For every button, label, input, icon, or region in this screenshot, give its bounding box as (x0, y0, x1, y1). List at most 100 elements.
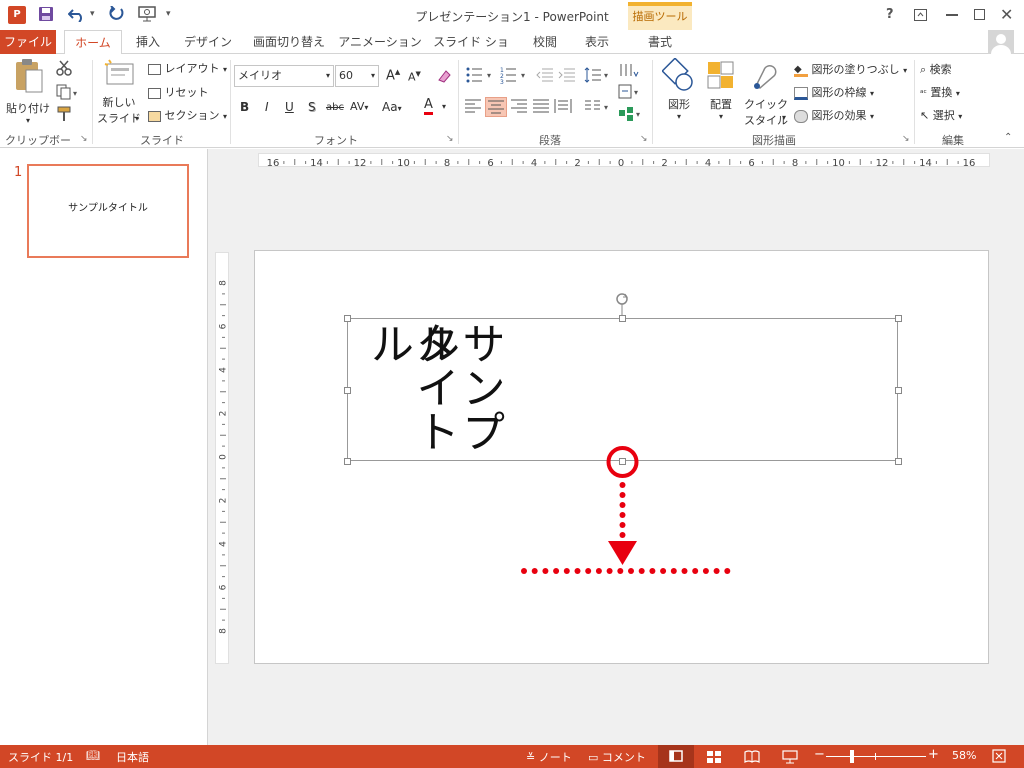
paragraph-launcher-icon[interactable]: ↘ (640, 134, 648, 144)
shape-fill-button[interactable]: ◆ 図形の塗りつぶし ▾ (794, 61, 908, 79)
arrange-button[interactable]: 配置 ▾ (702, 58, 740, 124)
align-text-icon[interactable]: ▾ (618, 84, 644, 100)
resize-handle-bottom-left[interactable] (344, 458, 351, 465)
format-painter-icon[interactable] (56, 106, 72, 122)
shrink-font-icon[interactable]: A▼ (408, 70, 421, 84)
justify-icon[interactable] (532, 98, 552, 116)
clipboard-launcher-icon[interactable]: ↘ (80, 134, 88, 144)
resize-handle-right[interactable] (895, 387, 902, 394)
annotation-dot (724, 568, 731, 574)
line-spacing-icon[interactable]: ▾ (584, 66, 612, 84)
language-indicator[interactable]: 日本語 (116, 749, 149, 765)
ruler-h-label: 6 (487, 158, 493, 169)
font-size-combo[interactable]: 60 ▾ (335, 65, 379, 87)
align-center-icon[interactable] (485, 97, 507, 117)
spellcheck-icon[interactable]: 📖︎ (86, 749, 100, 762)
zoom-out-button[interactable]: − (814, 747, 825, 762)
notes-button[interactable]: ≚ ノート (526, 749, 572, 765)
slideshow-view-icon[interactable] (782, 750, 798, 764)
resize-handle-bottom-right[interactable] (895, 458, 902, 465)
italic-button[interactable]: I (265, 100, 269, 114)
minimize-icon[interactable] (946, 14, 958, 16)
font-name-combo[interactable]: メイリオ ▾ (234, 65, 334, 87)
find-button[interactable]: ⌕ 検索 (920, 61, 1000, 79)
copy-icon[interactable]: ▾ (56, 84, 80, 100)
layout-button[interactable]: レイアウト ▾ (148, 60, 228, 78)
resize-handle-left[interactable] (344, 387, 351, 394)
zoom-level[interactable]: 58% (952, 749, 976, 762)
font-color-dropdown-icon[interactable]: ▾ (442, 102, 446, 111)
cut-icon[interactable] (56, 60, 72, 76)
paste-button[interactable]: 貼り付け ▾ (6, 58, 50, 125)
align-left-icon[interactable] (464, 98, 484, 116)
shapes-button[interactable]: 図形 ▾ (658, 57, 700, 124)
distribute-icon[interactable] (554, 98, 574, 116)
tab-file[interactable]: ファイル (0, 30, 56, 54)
close-icon[interactable]: ✕ (1000, 5, 1014, 25)
align-right-icon[interactable] (510, 98, 530, 116)
slide-counter: スライド 1/1 (8, 751, 74, 764)
columns-icon[interactable]: ▾ (584, 98, 612, 116)
text-direction-icon[interactable] (618, 62, 644, 80)
ruler-h-label: 6 (748, 158, 754, 169)
tab-insert[interactable]: 挿入 (128, 30, 168, 54)
tab-home[interactable]: ホーム (64, 30, 122, 55)
char-spacing-button[interactable]: AV▾ (350, 100, 368, 113)
numbering-icon[interactable]: 1 2 3 ▾ (500, 66, 528, 86)
decrease-indent-icon[interactable] (536, 66, 554, 84)
select-button[interactable]: ↖ 選択 ▾ (920, 107, 1000, 125)
increase-indent-icon[interactable] (558, 66, 576, 84)
tab-view[interactable]: 表示 (576, 30, 618, 54)
drawing-launcher-icon[interactable]: ↘ (902, 134, 910, 144)
ruler-h-tick (653, 161, 655, 164)
collapse-ribbon-icon[interactable]: ⌃ (1004, 132, 1012, 143)
tab-design[interactable]: デザイン (180, 30, 236, 54)
tab-animations[interactable]: アニメーション (338, 30, 422, 54)
ruler-h-tick (348, 161, 350, 164)
tab-review[interactable]: 校閲 (524, 30, 566, 54)
tab-format[interactable]: 書式 (628, 30, 692, 54)
change-case-button[interactable]: Aa▾ (382, 100, 402, 114)
slide-sorter-icon[interactable] (706, 750, 722, 764)
bullets-icon[interactable]: ▾ (466, 66, 494, 84)
quick-styles-dropdown-icon[interactable]: ▾ (782, 113, 786, 122)
help-icon[interactable]: ? (886, 7, 898, 27)
underline-button[interactable]: U (285, 100, 294, 114)
resize-handle-top-right[interactable] (895, 315, 902, 322)
zoom-slider-thumb[interactable] (850, 750, 854, 763)
normal-view-button[interactable] (658, 745, 694, 768)
ribbon-display-icon[interactable] (914, 9, 928, 29)
slide-thumbnail-1[interactable]: サンプルタイトル (27, 164, 189, 258)
smartart-icon[interactable]: ▾ (618, 106, 644, 122)
replace-button[interactable]: ᵃᶜ 置換 ▾ (920, 84, 1000, 102)
ruler-v-label: 6 (219, 584, 229, 590)
reading-view-icon[interactable] (744, 750, 760, 764)
zoom-in-button[interactable]: + (928, 747, 939, 762)
annotation-dot (563, 568, 570, 574)
resize-handle-top-left[interactable] (344, 315, 351, 322)
tab-slideshow[interactable]: スライド ショー (428, 30, 514, 73)
grow-font-icon[interactable]: A▲ (386, 68, 400, 83)
new-slide-dropdown-icon[interactable]: ▾ (135, 114, 139, 123)
comments-button[interactable]: ▭ コメント (588, 749, 646, 765)
bold-button[interactable]: B (240, 100, 249, 114)
strikethrough-button[interactable]: abc (326, 102, 344, 113)
shape-outline-button[interactable]: 図形の枠線 ▾ (794, 84, 908, 102)
zoom-slider[interactable] (826, 756, 926, 757)
rotate-handle-icon[interactable] (613, 291, 631, 315)
annotation-dot (553, 568, 560, 574)
user-avatar[interactable] (988, 30, 1014, 54)
font-color-button[interactable]: A (424, 98, 433, 115)
fit-to-window-icon[interactable] (992, 749, 1006, 763)
clear-formatting-icon[interactable] (436, 68, 452, 84)
maximize-icon[interactable] (974, 9, 985, 20)
ruler-h-tick (740, 161, 742, 164)
section-button[interactable]: セクション ▾ (148, 107, 228, 125)
comment-icon: ▭ (588, 751, 599, 764)
shadow-button[interactable]: S (308, 100, 316, 114)
reset-button[interactable]: リセット (148, 84, 228, 102)
shape-effects-button[interactable]: 図形の効果 ▾ (794, 107, 908, 125)
font-launcher-icon[interactable]: ↘ (446, 134, 454, 144)
tab-transitions[interactable]: 画面切り替え (248, 30, 330, 54)
resize-handle-top[interactable] (619, 315, 626, 322)
